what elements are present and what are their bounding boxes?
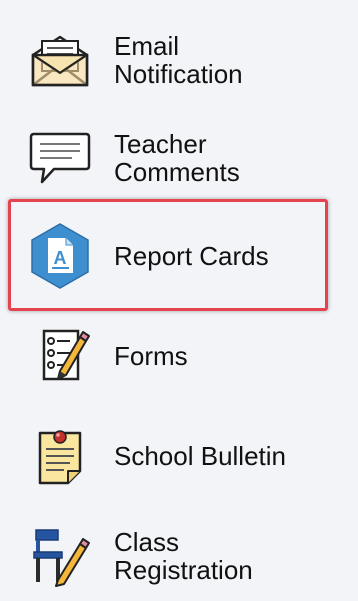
menu-item-email-notification[interactable]: Email Notification <box>0 22 358 98</box>
menu-item-class-registration[interactable]: Class Registration <box>0 516 358 596</box>
svg-text:A: A <box>54 248 67 268</box>
speech-bubble-icon <box>26 124 94 192</box>
menu-item-label: Email Notification <box>114 31 243 89</box>
checklist-pencil-icon <box>26 322 94 390</box>
envelope-icon <box>26 26 94 94</box>
desk-chair-pencil-icon <box>26 522 94 590</box>
pinned-note-icon <box>26 422 94 490</box>
menu-item-label: School Bulletin <box>114 441 286 471</box>
sidebar-menu: Email Notification Teacher Comments A Re… <box>0 0 358 601</box>
menu-item-teacher-comments[interactable]: Teacher Comments <box>0 120 358 196</box>
menu-item-label: Class Registration <box>114 527 253 585</box>
menu-item-school-bulletin[interactable]: School Bulletin <box>0 418 358 494</box>
menu-item-report-cards[interactable]: A Report Cards <box>0 218 358 294</box>
report-card-hexagon-icon: A <box>26 222 94 290</box>
menu-item-forms[interactable]: Forms <box>0 318 358 394</box>
menu-item-label: Report Cards <box>114 241 269 271</box>
menu-item-label: Teacher Comments <box>114 129 240 187</box>
menu-item-label: Forms <box>114 341 188 371</box>
